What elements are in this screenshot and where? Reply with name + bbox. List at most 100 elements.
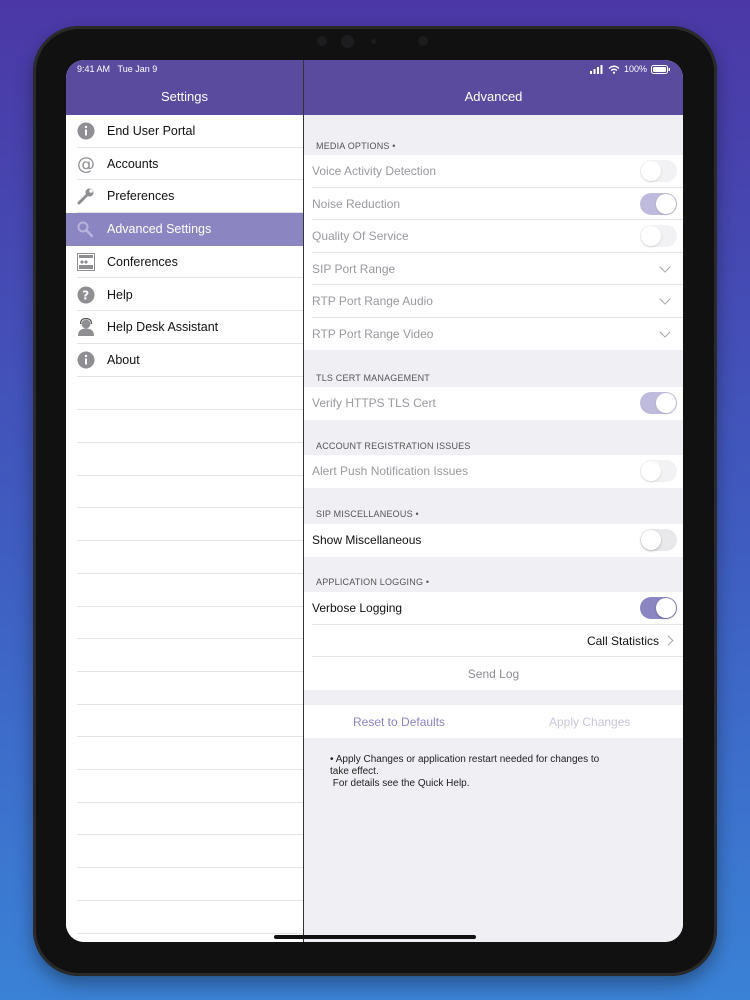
row-label: RTP Port Range Audio — [312, 294, 433, 308]
sidebar-item-accounts[interactable]: @ Accounts — [66, 148, 303, 181]
rtp-audio-row[interactable]: RTP Port Range Audio — [304, 285, 683, 318]
battery-percent: 100% — [623, 64, 647, 74]
row-label: Noise Reduction — [312, 196, 401, 211]
sidebar-item-label: End User Portal — [107, 124, 196, 138]
call-statistics-label: Call Statistics — [586, 633, 659, 648]
verbose-logging-row: Verbose Logging — [304, 592, 683, 625]
send-log-button[interactable]: Send Log — [304, 657, 683, 690]
divider — [77, 375, 303, 377]
sidebar: End User Portal @ Accounts Preferences A… — [66, 115, 303, 942]
advanced-settings-pane: MEDIA OPTIONS • Voice Activity Detection… — [304, 115, 683, 942]
footnote-line: take effect. — [330, 766, 379, 777]
divider — [77, 736, 303, 738]
section-header-media-options: MEDIA OPTIONS • — [316, 141, 396, 151]
info-icon — [77, 122, 95, 140]
section-header-app-logging: APPLICATION LOGGING • — [316, 577, 430, 587]
sidebar-item-help[interactable]: ? Help — [66, 279, 303, 312]
sidebar-item-end-user-portal[interactable]: End User Portal — [66, 115, 303, 148]
section-header-sip-misc: SIP MISCELLANEOUS • — [316, 509, 419, 519]
send-log-label: Send Log — [467, 667, 520, 681]
wifi-icon — [608, 65, 620, 74]
show-misc-row: Show Miscellaneous — [304, 524, 683, 557]
divider — [77, 638, 303, 640]
divider — [77, 572, 303, 574]
divider — [77, 670, 303, 672]
sidebar-item-label: Accounts — [107, 156, 159, 171]
rtp-video-row[interactable]: RTP Port Range Video — [304, 317, 683, 350]
settings-title: Settings — [161, 89, 208, 104]
sensor-icon — [418, 36, 428, 46]
alert-push-row: Alert Push Notification Issues — [304, 455, 683, 488]
advanced-icon — [77, 221, 94, 238]
help-icon: ? — [77, 286, 95, 303]
sidebar-item-about[interactable]: About — [66, 344, 303, 377]
status-bar: 9:41 AM Tue Jan 9 100% — [66, 60, 683, 82]
sidebar-item-label: Help Desk Assistant — [107, 320, 219, 335]
sip-port-range-row[interactable]: SIP Port Range — [304, 252, 683, 285]
row-label: SIP Port Range — [312, 261, 396, 276]
apply-changes-button[interactable]: Apply Changes — [549, 715, 630, 729]
voice-activity-toggle[interactable] — [640, 160, 677, 182]
about-icon — [77, 351, 95, 369]
qos-row: Quality Of Service — [304, 220, 683, 253]
sidebar-item-label: Preferences — [107, 189, 175, 204]
row-label: RTP Port Range Video — [312, 326, 434, 341]
row-label: Quality Of Service — [312, 229, 409, 243]
noise-reduction-toggle[interactable] — [640, 192, 677, 215]
divider — [77, 540, 303, 542]
chevron-right-icon — [663, 635, 674, 645]
row-label: Verify HTTPS TLS Cert — [312, 396, 436, 410]
reset-defaults-button[interactable]: Reset to Defaults — [353, 715, 445, 729]
footnote: • Apply Changes or application restart n… — [330, 754, 640, 790]
divider — [77, 703, 303, 705]
sidebar-item-conferences[interactable]: Conferences — [66, 246, 303, 279]
row-label: Alert Push Notification Issues — [312, 464, 469, 478]
home-indicator[interactable] — [274, 935, 476, 939]
advanced-title: Advanced — [464, 89, 523, 104]
chevron-down-icon — [659, 293, 671, 305]
noise-reduction-row: Noise Reduction — [304, 187, 683, 220]
qos-toggle[interactable] — [640, 225, 677, 247]
signal-icon — [589, 64, 603, 74]
divider — [77, 801, 303, 803]
sensor-icon — [371, 39, 376, 44]
conference-icon — [77, 252, 95, 271]
divider — [77, 932, 303, 934]
sidebar-item-advanced-settings[interactable]: Advanced Settings — [66, 213, 303, 246]
action-bar: Reset to Defaults Apply Changes — [304, 705, 683, 738]
show-misc-toggle[interactable] — [640, 529, 677, 551]
row-label: Verbose Logging — [312, 601, 403, 615]
wrench-icon — [77, 188, 94, 205]
help-desk-icon — [78, 318, 94, 337]
chevron-down-icon — [659, 325, 671, 338]
status-time: 9:41 AM Tue Jan 9 — [77, 64, 158, 74]
divider — [77, 409, 303, 411]
sidebar-item-help-desk-assistant[interactable]: Help Desk Assistant — [66, 311, 303, 344]
section-header-account-registration: ACCOUNT REGISTRATION ISSUES — [316, 441, 471, 451]
alert-push-toggle[interactable] — [640, 460, 677, 482]
divider — [77, 442, 303, 443]
section-header-tls: TLS CERT MANAGEMENT — [316, 373, 430, 383]
voice-activity-row: Voice Activity Detection — [304, 155, 683, 188]
verify-tls-toggle[interactable] — [640, 392, 677, 414]
divider — [77, 605, 303, 607]
row-label: Voice Activity Detection — [312, 164, 437, 178]
footnote-line: For details see the Quick Help. — [330, 778, 470, 789]
screen: 9:41 AM Tue Jan 9 100% Settings Advanced… — [66, 60, 683, 942]
battery-icon — [651, 64, 670, 74]
verbose-logging-toggle[interactable] — [640, 597, 677, 619]
row-label: Show Miscellaneous — [312, 533, 422, 547]
divider — [77, 769, 303, 770]
sidebar-item-preferences[interactable]: Preferences — [66, 180, 303, 214]
divider — [77, 867, 303, 869]
divider — [77, 507, 303, 509]
divider — [77, 899, 303, 901]
sidebar-item-label: Help — [107, 287, 133, 302]
at-icon: @ — [77, 155, 95, 173]
verify-tls-row: Verify HTTPS TLS Cert — [304, 387, 683, 420]
sensor-icon — [317, 36, 327, 46]
footnote-line: • Apply Changes or application restart n… — [330, 754, 600, 765]
call-statistics-row[interactable]: Call Statistics — [304, 624, 683, 657]
sidebar-item-label: Advanced Settings — [107, 222, 212, 237]
camera-icon — [341, 35, 354, 48]
